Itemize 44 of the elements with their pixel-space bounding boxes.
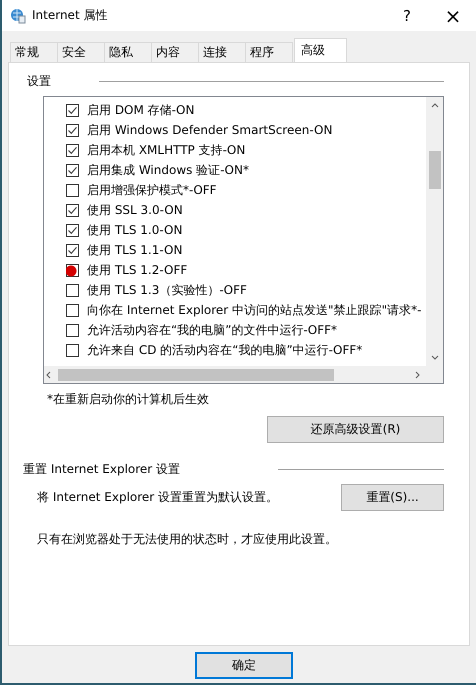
checkbox[interactable] <box>66 204 79 216</box>
group-title: 重置 Internet Explorer 设置 <box>23 461 180 478</box>
checkbox[interactable] <box>66 324 79 336</box>
setting-label: 启用 Windows Defender SmartScreen-ON <box>87 122 332 138</box>
setting-label: 允许活动内容在“我的电脑”的文件中运行-OFF* <box>87 322 338 338</box>
scroll-thumb[interactable] <box>428 151 440 189</box>
checkbox[interactable] <box>66 224 79 236</box>
setting-label: 启用 DOM 存储-ON <box>87 102 194 118</box>
setting-label: 允许来自 CD 的活动内容在“我的电脑”中运行-OFF* <box>87 342 362 358</box>
tab[interactable]: 常规 <box>10 42 58 62</box>
setting-label: 使用 TLS 1.0-ON <box>87 222 182 238</box>
checkbox[interactable] <box>66 164 79 176</box>
setting-label: 启用集成 Windows 验证-ON* <box>87 162 249 178</box>
setting-label: 使用 TLS 1.3（实验性）-OFF <box>87 282 247 298</box>
tab[interactable]: 程序 <box>245 42 293 62</box>
restart-note: *在重新启动你的计算机后生效 <box>47 391 210 408</box>
setting-label: 启用本机 XMLHTTP 支持-ON <box>87 142 246 158</box>
checkbox[interactable] <box>66 144 79 156</box>
checkbox[interactable] <box>66 304 79 316</box>
checkbox[interactable] <box>66 284 79 296</box>
checkbox[interactable] <box>66 264 79 276</box>
vertical-scrollbar[interactable] <box>426 97 443 366</box>
checkbox[interactable] <box>66 344 79 356</box>
scroll-thumb[interactable] <box>58 368 334 380</box>
reset-description: 将 Internet Explorer 设置重置为默认设置。 <box>37 489 278 506</box>
globe-icon <box>10 8 26 24</box>
group-title: 设置 <box>27 73 51 90</box>
setting-label: 启用增强保护模式*-OFF <box>87 182 217 198</box>
setting-label: 向你在 Internet Explorer 中访问的站点发送"禁止跟踪"请求*- <box>87 302 422 318</box>
setting-label: 使用 TLS 1.1-ON <box>87 242 182 258</box>
reset-warning: 只有在浏览器处于无法使用的状态时，才应使用此设置。 <box>37 531 338 548</box>
reset-button[interactable]: 重置(S)... <box>341 484 444 511</box>
checkbox[interactable] <box>66 184 79 196</box>
checkbox[interactable] <box>66 104 79 116</box>
setting-label: 使用 TLS 1.2-OFF <box>87 262 188 278</box>
tab[interactable]: 高级 <box>294 38 347 62</box>
help-button[interactable]: ? <box>384 0 430 31</box>
checkbox[interactable] <box>66 124 79 136</box>
setting-label: 使用 SSL 3.0-ON <box>87 202 183 218</box>
checkbox[interactable] <box>66 244 79 256</box>
ok-button[interactable]: 确定 <box>195 652 293 679</box>
window-title: Internet 属性 <box>32 7 108 24</box>
restore-button[interactable]: 还原高级设置(R) <box>267 416 444 443</box>
close-button[interactable]: × <box>430 0 476 31</box>
